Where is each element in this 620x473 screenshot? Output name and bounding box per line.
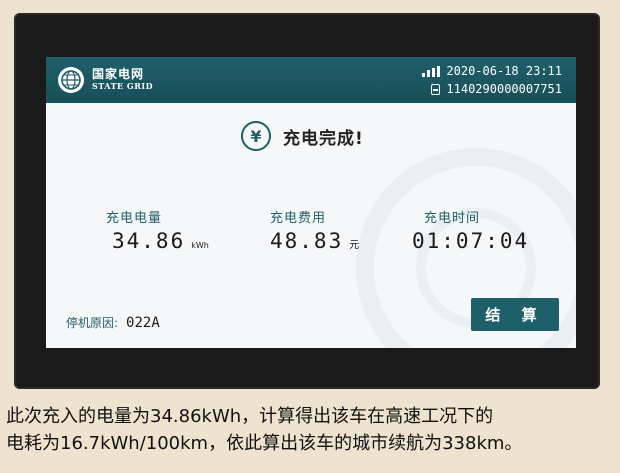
state-grid-globe-icon [58, 67, 84, 93]
time-label: 充电时间 [424, 211, 481, 226]
cost-readout: 48.83 元 [270, 229, 359, 253]
status-card-row: 1140290000007751 [431, 82, 562, 96]
top-bar: 国家电网 STATE GRID 2020-06-18 23:11 1140290… [46, 57, 576, 103]
energy-unit: kWh [191, 241, 209, 250]
caption-line-2: 电耗为16.7kWh/100km，依此算出该车的城市续航为338km。 [6, 433, 523, 454]
energy-value: 34.86 [112, 229, 186, 253]
energy-readout: 34.86 kWh [112, 229, 209, 253]
cost-value: 48.83 [270, 229, 344, 253]
time-readout: 01:07:04 [412, 229, 529, 253]
settle-button[interactable]: 结 算 [471, 298, 559, 331]
stop-reason-code: 022A [126, 315, 160, 331]
energy-label: 充电电量 [106, 211, 163, 226]
card-number: 1140290000007751 [446, 82, 562, 96]
brand-name-en: STATE GRID [92, 81, 154, 91]
charger-screen: 国家电网 STATE GRID 2020-06-18 23:11 1140290… [46, 57, 576, 348]
signal-bars-icon [422, 65, 441, 77]
cost-unit: 元 [349, 240, 360, 251]
stop-reason-label: 停机原因: [66, 316, 119, 330]
time-value: 01:07:04 [412, 229, 530, 253]
charging-card-icon [431, 83, 441, 95]
caption-line-1: 此次充入的电量为34.86kWh，计算得出该车在高速工况下的 [6, 406, 494, 427]
cost-label: 充电费用 [270, 211, 327, 226]
status-datetime-row: 2020-06-18 23:11 [422, 64, 562, 78]
caption: 此次充入的电量为34.86kWh，计算得出该车在高速工况下的 电耗为16.7kW… [6, 403, 616, 457]
charge-complete-title: 充电完成! [283, 128, 364, 149]
stop-reason: 停机原因: 022A [66, 314, 160, 331]
brand-name-cn: 国家电网 [92, 67, 145, 81]
yen-circle-icon: ¥ [241, 121, 271, 151]
datetime: 2020-06-18 23:11 [446, 64, 562, 78]
charge-complete-banner: ¥ 充电完成! [241, 121, 364, 151]
